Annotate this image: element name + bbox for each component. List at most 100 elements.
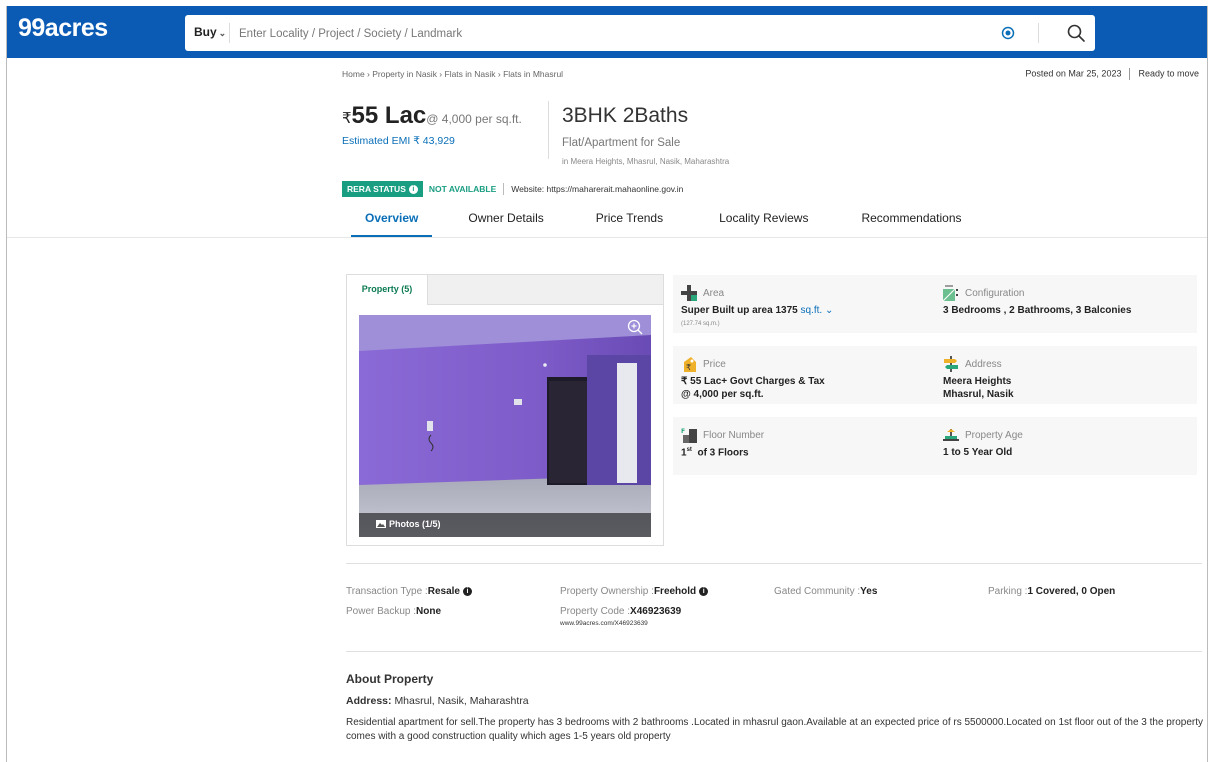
tab-overview[interactable]: Overview	[351, 211, 433, 237]
fact-label: Property Code :	[560, 606, 631, 617]
posted-date: Posted on Mar 25, 2023	[1025, 68, 1122, 79]
detail-value: ₹ 55 Lac+ Govt Charges & Tax	[681, 376, 825, 387]
about-description: Residential apartment for sell.The prope…	[346, 717, 1203, 742]
svg-text:F: F	[681, 428, 685, 435]
rera-website[interactable]: Website: https://maharerait.mahaonline.g…	[511, 184, 683, 194]
logo[interactable]: 99acres	[18, 14, 108, 43]
fact-label: Transaction Type :	[346, 586, 428, 597]
property-code-url[interactable]: www.99acres.com/X46923639	[560, 620, 648, 627]
fact-value: Yes	[860, 586, 878, 597]
fact-parking: Parking :1 Covered, 0 Open	[988, 586, 1115, 597]
detail-value: 1 to 5 Year Old	[943, 447, 1013, 458]
detail-area: Area Super Built up area 1375 sq.ft. ⌄ (…	[673, 275, 935, 333]
chevron-down-icon: ⌄	[218, 28, 227, 38]
detail-label: Area	[703, 288, 725, 299]
area-icon	[681, 285, 697, 301]
detail-age: Property Age 1 to 5 Year Old	[935, 417, 1197, 475]
property-title: 3BHK 2Baths	[562, 104, 689, 127]
rera-row: RERA STATUS i NOT AVAILABLE Website: http…	[342, 181, 683, 197]
fact-label: Parking :	[988, 586, 1028, 597]
divider	[503, 183, 505, 195]
price-tag-icon: ₹	[684, 357, 696, 372]
fact-property-code: Property Code :X46923639	[560, 606, 681, 617]
property-details-grid: Area Super Built up area 1375 sq.ft. ⌄ (…	[673, 275, 1201, 475]
buy-label: Buy	[194, 25, 217, 39]
detail-value-secondary: Mhasrul, Nasik	[943, 389, 1014, 400]
divider	[1129, 68, 1131, 80]
rera-status-badge[interactable]: RERA STATUS i	[342, 181, 423, 197]
signpost-icon	[944, 356, 958, 372]
detail-floor: F Floor Number 1st of 3 Floors	[673, 417, 935, 475]
detail-address: Address Meera Heights Mhasrul, Nasik	[935, 346, 1197, 404]
info-icon[interactable]: i	[462, 587, 472, 596]
posted-info: Posted on Mar 25, 2023 Ready to move	[1025, 68, 1199, 80]
area-sqm: (127.74 sq.m.)	[681, 321, 720, 327]
detail-value: 3 Bedrooms , 2 Bathrooms, 3 Balconies	[943, 305, 1132, 316]
search-input[interactable]	[237, 20, 941, 48]
about-address-value: Mhasrul, Nasik, Maharashtra	[394, 695, 529, 707]
detail-label: Price	[703, 359, 726, 370]
info-icon[interactable]: i	[408, 184, 418, 194]
detail-value: Super Built up area 1375 sq.ft. ⌄	[681, 305, 833, 316]
price-per-sqft: @ 4,000 per sq.ft.	[426, 112, 522, 126]
tab-property-photos[interactable]: Property (5)	[347, 275, 428, 305]
tab-locality-reviews[interactable]: Locality Reviews	[719, 211, 808, 237]
detail-configuration: Configuration 3 Bedrooms , 2 Bathrooms, …	[935, 275, 1197, 333]
locate-me-icon[interactable]	[1001, 26, 1015, 40]
property-address: in Meera Heights, Mhasrul, Nasik, Mahara…	[562, 157, 730, 166]
about-address: Address: Mhasrul, Nasik, Maharashtra	[346, 695, 529, 707]
possession-status: Ready to move	[1138, 68, 1199, 79]
divider	[7, 237, 1207, 238]
photo-gallery: Property (5) Photos (1/5)	[346, 274, 664, 546]
fact-label: Power Backup :	[346, 606, 417, 617]
detail-label: Configuration	[965, 288, 1025, 299]
photos-bar[interactable]: Photos (1/5)	[359, 513, 651, 537]
breadcrumb[interactable]: Home › Property in Nasik › Flats in Nasi…	[342, 69, 563, 79]
divider	[346, 563, 1202, 564]
tab-recommendations[interactable]: Recommendations	[861, 211, 961, 237]
about-title: About Property	[346, 672, 434, 686]
svg-text:₹: ₹	[686, 363, 691, 372]
area-unit: sq.ft.	[800, 305, 823, 316]
tab-price-trends[interactable]: Price Trends	[596, 211, 663, 237]
detail-price: ₹ Price ₹ 55 Lac+ Govt Charges & Tax @ 4…	[673, 346, 935, 404]
detail-value: Meera Heights	[943, 376, 1012, 387]
divider	[346, 651, 1202, 652]
tab-bar: Overview Owner Details Price Trends Loca…	[351, 211, 962, 237]
fact-transaction-type: Transaction Type :Resale i	[346, 586, 472, 597]
fact-gated-community: Gated Community :Yes	[774, 586, 877, 597]
detail-label: Address	[965, 359, 1002, 370]
emi-link[interactable]: Estimated EMI ₹ 43,929	[342, 135, 455, 147]
search-icon[interactable]	[1066, 23, 1086, 43]
area-unit-dropdown[interactable]: sq.ft. ⌄	[801, 305, 834, 316]
price-block: ₹55 Lac@ 4,000 per sq.ft.	[342, 102, 522, 130]
info-icon[interactable]: i	[699, 587, 709, 596]
fact-power-backup: Power Backup :None	[346, 606, 441, 617]
fact-label: Property Ownership :	[560, 586, 654, 597]
detail-value-secondary: @ 4,000 per sq.ft.	[681, 389, 764, 400]
detail-label: Property Age	[965, 430, 1023, 441]
rupee-symbol: ₹	[342, 110, 352, 127]
price-amount: 55 Lac	[351, 102, 427, 129]
page: 99acres Buy⌄ Home › Property in Nasik › …	[6, 6, 1208, 762]
detail-label: Floor Number	[703, 430, 765, 441]
about-address-label: Address:	[346, 695, 392, 707]
divider	[548, 101, 549, 159]
fact-value: Freehold	[653, 586, 697, 597]
floor-total: of 3 Floors	[697, 447, 749, 459]
search-bar: Buy ⌄	[185, 15, 1095, 51]
zoom-in-icon[interactable]	[627, 319, 643, 335]
top-bar: 99acres Buy ⌄	[7, 6, 1207, 58]
fact-value: X46923639	[630, 606, 682, 617]
buy-dropdown[interactable]: Buy ⌄	[194, 25, 226, 39]
fact-value: None	[416, 606, 442, 617]
property-photo[interactable]: Photos (1/5)	[359, 315, 651, 537]
fact-value: Resale	[427, 586, 460, 597]
fact-ownership: Property Ownership :Freehold i	[560, 586, 709, 597]
floor-ordinal: st	[686, 447, 692, 453]
rera-badge-label: RERA STATUS	[347, 184, 406, 194]
detail-value: 1st of 3 Floors	[681, 447, 749, 458]
tab-owner-details[interactable]: Owner Details	[468, 211, 543, 237]
photos-count: Photos (1/5)	[389, 519, 441, 529]
room-photo-illustration	[359, 315, 651, 537]
